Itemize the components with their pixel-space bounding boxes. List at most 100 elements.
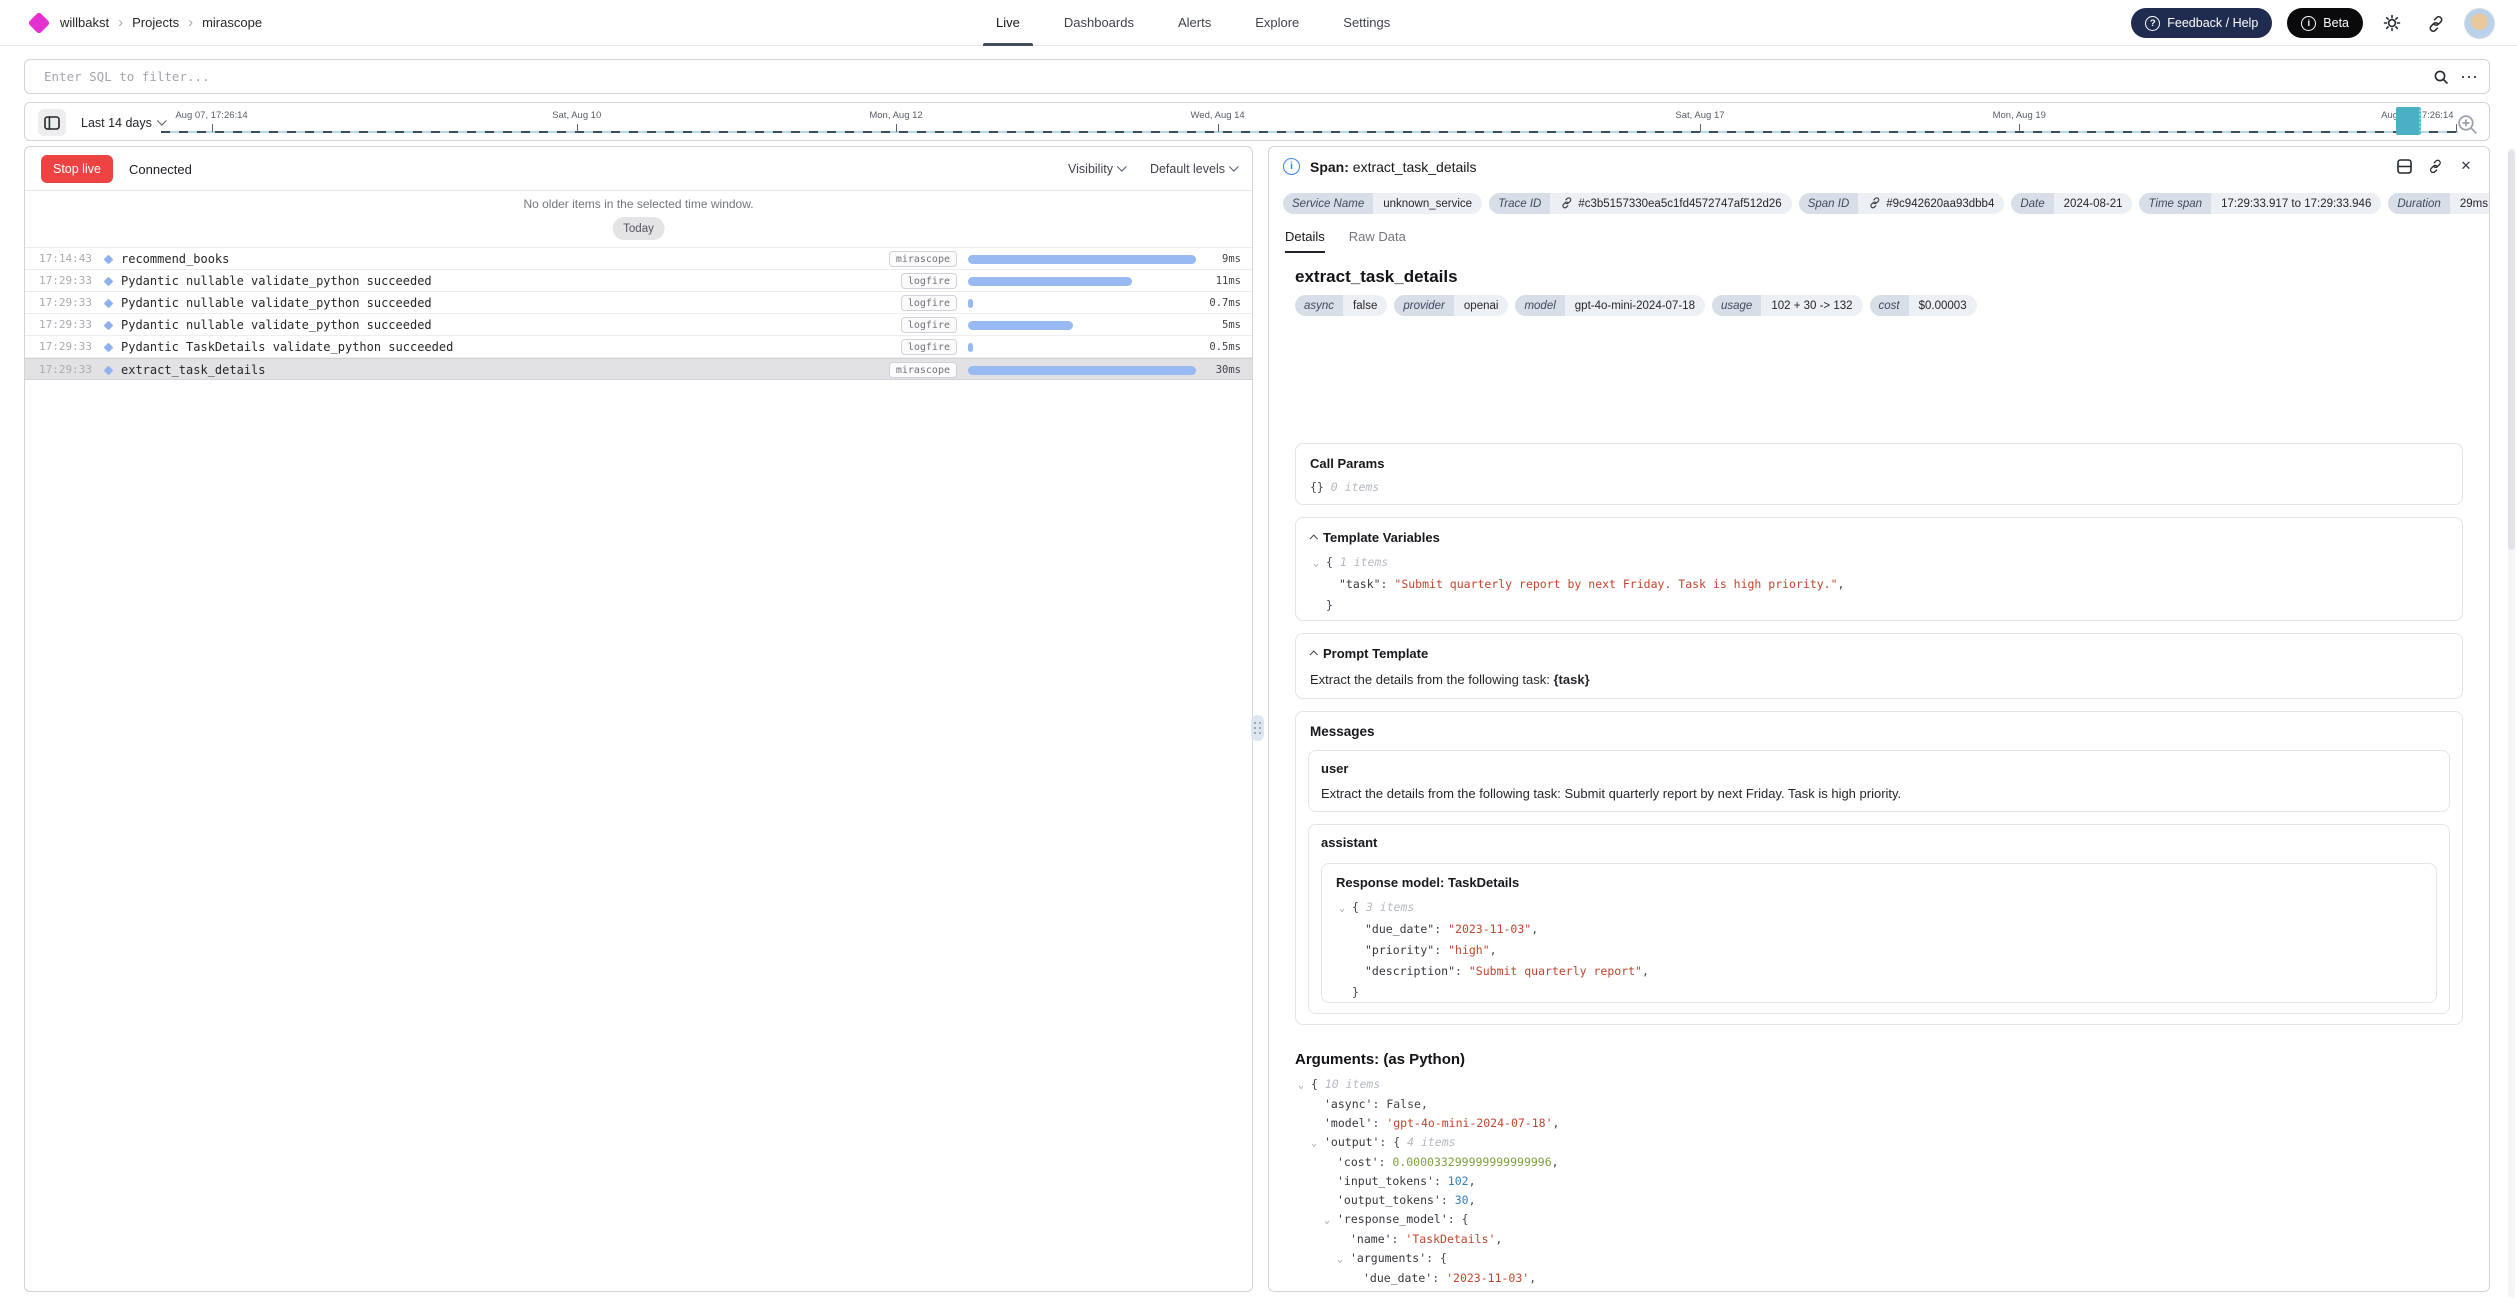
chevron-up-icon[interactable]	[1309, 534, 1317, 542]
collapse-caret-icon[interactable]: ⌄	[1324, 1211, 1337, 1230]
json-tree-line: "priority": "high",	[1338, 940, 2422, 961]
collapse-caret-icon[interactable]: ⌄	[1313, 553, 1326, 574]
today-badge[interactable]: Today	[612, 217, 665, 240]
span-meta-badge: Date2024-08-21	[2011, 193, 2132, 214]
span-diamond-icon	[104, 320, 114, 330]
span-meta-badge[interactable]: Trace ID#c3b5157330ea5c1fd4572747af512d2…	[1489, 193, 1792, 214]
json-segment: 4 items	[1407, 1135, 1455, 1149]
sidebar-toggle-button[interactable]	[38, 109, 66, 136]
chevron-down-icon	[1117, 162, 1127, 172]
beta-button[interactable]: i Beta	[2287, 8, 2363, 38]
json-segment: 30	[1455, 1193, 1469, 1207]
copy-link-icon[interactable]	[2426, 157, 2444, 175]
tab-alerts[interactable]: Alerts	[1165, 0, 1224, 45]
json-segment: ,	[1490, 943, 1497, 957]
timeline-tick	[896, 124, 897, 132]
json-tree-line: 'priority': 'high',	[1297, 1288, 2463, 1292]
page-scrollbar-thumb[interactable]	[2508, 150, 2515, 550]
collapse-caret-icon[interactable]: ⌄	[1337, 1250, 1350, 1269]
tab-raw-data[interactable]: Raw Data	[1349, 229, 1406, 253]
timeline-selection[interactable]	[2396, 107, 2421, 135]
json-tree-line: "due_date": "2023-11-03",	[1338, 919, 2422, 940]
span-attr-badge: cost$0.00003	[1870, 295, 1977, 316]
visibility-dropdown[interactable]: Visibility	[1068, 162, 1126, 176]
message-role: user	[1321, 761, 1348, 776]
tab-settings[interactable]: Settings	[1330, 0, 1403, 45]
row-duration-bar	[968, 299, 973, 308]
badge-label: Service Name	[1283, 193, 1373, 214]
json-tree-line: 'model': 'gpt-4o-mini-2024-07-18',	[1297, 1114, 2463, 1133]
tab-explore[interactable]: Explore	[1242, 0, 1312, 45]
row-name: extract_task_details	[121, 363, 266, 377]
row-name: Pydantic TaskDetails validate_python suc…	[121, 340, 453, 354]
row-timestamp: 17:29:33	[39, 363, 92, 376]
json-tree-line: 'async': False,	[1297, 1095, 2463, 1114]
brand-logo-icon[interactable]	[28, 12, 51, 35]
json-segment: :	[1434, 943, 1448, 957]
list-item[interactable]: 17:29:33Pydantic nullable validate_pytho…	[25, 270, 1252, 292]
arguments-heading: Arguments: (as Python)	[1295, 1051, 1465, 1068]
timeline-strip[interactable]: Aug 07, 17:26:14Sat, Aug 10Mon, Aug 12We…	[161, 103, 2458, 142]
timeline-tick	[2019, 124, 2020, 132]
row-scope-tag: mirascope	[889, 362, 957, 378]
avatar[interactable]	[2464, 8, 2495, 39]
sql-filter-input[interactable]	[25, 69, 2427, 84]
json-segment: 'TaskDetails'	[1405, 1232, 1495, 1246]
call-params-count: 0 items	[1331, 480, 1379, 494]
json-tree-line: ⌄'output': { 4 items	[1297, 1133, 2463, 1153]
tab-live[interactable]: Live	[983, 0, 1033, 45]
list-item[interactable]: 17:29:33Pydantic nullable validate_pytho…	[25, 314, 1252, 336]
tab-dashboards[interactable]: Dashboards	[1051, 0, 1147, 45]
span-panel-header: i Span: extract_task_details	[1269, 147, 2489, 187]
chevron-up-icon[interactable]	[1309, 650, 1317, 658]
json-tree-line: }	[1338, 982, 2422, 1003]
feedback-help-button[interactable]: ? Feedback / Help	[2131, 8, 2272, 38]
collapse-caret-icon[interactable]: ⌄	[1298, 1076, 1311, 1095]
json-segment: :	[1372, 1097, 1386, 1111]
json-segment: ,	[1495, 1232, 1502, 1246]
json-tree-line: 'cost': 0.000033299999999999996,	[1297, 1153, 2463, 1172]
list-item[interactable]: 17:14:43recommend_booksmirascope9ms	[25, 248, 1252, 270]
collapse-caret-icon[interactable]: ⌄	[1339, 898, 1352, 919]
split-view-icon[interactable]	[2395, 157, 2413, 175]
timeline-tick	[1218, 124, 1219, 132]
json-segment: :	[1372, 1116, 1386, 1130]
prompt-template-text: Extract the details from the following t…	[1310, 672, 1590, 687]
json-segment: :	[1434, 922, 1448, 936]
breadcrumb: willbakst Projects mirascope	[60, 0, 262, 45]
more-menu-icon[interactable]	[2455, 63, 2483, 91]
json-segment: "due_date"	[1365, 922, 1434, 936]
breadcrumb-projects[interactable]: Projects	[132, 15, 179, 30]
breadcrumb-org[interactable]: willbakst	[60, 15, 109, 30]
close-icon[interactable]	[2457, 157, 2475, 175]
connection-status: Connected	[129, 147, 192, 191]
link-icon	[1560, 196, 1573, 212]
badge-label: cost	[1870, 295, 1909, 316]
json-segment: "Submit quarterly report by next Friday.…	[1394, 577, 1837, 591]
chevron-right-icon	[118, 14, 123, 31]
breadcrumb-project[interactable]: mirascope	[202, 15, 262, 30]
tab-details[interactable]: Details	[1285, 229, 1325, 253]
stop-live-button[interactable]: Stop live	[41, 155, 113, 183]
call-params-card: Call Params {} 0 items	[1295, 443, 2463, 505]
list-item[interactable]: 17:29:33Pydantic TaskDetails validate_py…	[25, 336, 1252, 358]
json-segment: :	[1381, 577, 1395, 591]
panel-resize-handle[interactable]	[1251, 715, 1264, 741]
list-item[interactable]: 17:29:33Pydantic nullable validate_pytho…	[25, 292, 1252, 314]
json-segment: :	[1455, 964, 1469, 978]
zoom-in-icon[interactable]	[2453, 110, 2481, 138]
default-levels-dropdown[interactable]: Default levels	[1150, 162, 1238, 176]
json-segment: "priority"	[1365, 943, 1434, 957]
time-range-dropdown[interactable]: Last 14 days	[81, 103, 166, 142]
row-duration-bar	[968, 321, 1073, 330]
share-link-icon[interactable]	[2421, 9, 2449, 37]
search-icon[interactable]	[2427, 63, 2455, 91]
theme-toggle-icon[interactable]	[2378, 9, 2406, 37]
span-meta-badge[interactable]: Span ID#9c942620aa93dbb4	[1799, 193, 2005, 214]
row-duration: 5ms	[1181, 319, 1241, 331]
list-item[interactable]: 17:29:33extract_task_detailsmirascope30m…	[25, 358, 1252, 380]
chevron-right-icon	[188, 14, 193, 31]
collapse-caret-icon[interactable]: ⌄	[1311, 1134, 1324, 1153]
row-duration: 0.7ms	[1181, 297, 1241, 309]
row-duration-bar	[968, 277, 1132, 286]
